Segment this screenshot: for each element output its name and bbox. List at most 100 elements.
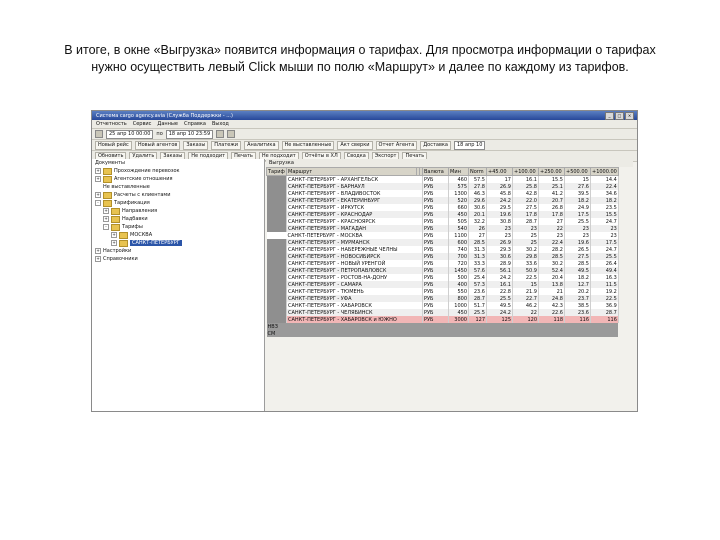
not-issued-button[interactable]: Не выставленные xyxy=(281,140,335,150)
menu-item-data[interactable]: Данные xyxy=(157,121,178,127)
route-cell: САНКТ-ПЕТЕРБУРГ - ПЕТРОПАВЛОВСК xyxy=(286,267,423,274)
tree-expander-icon[interactable]: + xyxy=(111,240,117,246)
menu-item-service[interactable]: Сервис xyxy=(133,121,152,127)
tree-item[interactable]: + Надбавки xyxy=(92,215,264,223)
column-header[interactable]: Мин xyxy=(448,167,469,176)
tree-expander-icon[interactable]: + xyxy=(95,168,101,174)
table-row[interactable]: САНКТ-ПЕТЕРБУРГ - НАБЕРЕЖНЫЕ ЧЕЛНЫ РУБ 740… xyxy=(266,246,619,253)
menu-item-reports[interactable]: Отчетность xyxy=(96,121,127,127)
table-row[interactable]: САНКТ-ПЕТЕРБУРГ - ВЛАДИВОСТОК РУБ 1300 46.3… xyxy=(266,190,619,197)
minimize-button[interactable]: _ xyxy=(605,112,614,120)
date-to-field[interactable]: 18 апр 10 23:59 xyxy=(165,129,214,139)
tree-expander-icon[interactable]: - xyxy=(103,224,109,230)
table-row[interactable]: САНКТ-ПЕТЕРБУРГ - НОВЫЙ УРЕНГОЙ РУБ 720 33.… xyxy=(266,260,619,267)
table-row[interactable]: САНКТ-ПЕТЕРБУРГ - КРАСНОДАР РУБ 450 20.1 19.… xyxy=(266,211,619,218)
rate-100-cell: 120 xyxy=(512,316,539,323)
new-agents-button[interactable]: Новый агентов xyxy=(134,140,181,150)
new-flight-button[interactable]: Новый рейс xyxy=(95,140,132,150)
rate-45-cell: 125 xyxy=(486,316,513,323)
payments-button[interactable]: Платежи xyxy=(211,140,242,150)
column-header[interactable]: Norm xyxy=(468,167,487,176)
tree-expander-icon[interactable]: + xyxy=(95,176,101,182)
table-row[interactable]: ВЭЯ САНКТ-ПЕТЕРБУРГ - МОСКВА РУБ 1100 27 23 25… xyxy=(266,232,619,239)
delivery-date-field[interactable]: 18 апр 10 xyxy=(454,140,486,150)
table-row[interactable]: САНКТ-ПЕТЕРБУРГ - ПЕТРОПАВЛОВСК РУБ 1450 57… xyxy=(266,267,619,274)
norm-cell: 25.5 xyxy=(468,309,487,316)
tariff-cell xyxy=(266,218,287,225)
date-from-field[interactable]: 25 апр 10 00:00 xyxy=(106,129,154,139)
table-row[interactable]: САНКТ-ПЕТЕРБУРГ - ИРКУТСК РУБ 660 30.6 29.5 2… xyxy=(266,204,619,211)
table-row[interactable]: САНКТ-ПЕТЕРБУРГ - МУРМАНСК РУБ 600 28.5 26.9… xyxy=(266,239,619,246)
menu-item-help[interactable]: Справка xyxy=(184,121,206,127)
analytics-button[interactable]: Аналитика xyxy=(244,140,279,150)
table-row[interactable]: САНКТ-ПЕТЕРБУРГ - ХАБАРОВСК РУБ 1000 51.7 49… xyxy=(266,302,619,309)
table-row[interactable]: САНКТ-ПЕТЕРБУРГ - ЕКАТЕРИНБУРГ РУБ 520 29.6… xyxy=(266,197,619,204)
table-row[interactable]: САНКТ-ПЕТЕРБУРГ - НОВОСИБИРСК РУБ 700 31.3 3… xyxy=(266,253,619,260)
table-row[interactable]: САНКТ-ПЕТЕРБУРГ - УФА РУБ 800 28.7 25.5 22.7 2… xyxy=(266,295,619,302)
column-header[interactable]: +500.00 xyxy=(564,167,591,176)
rate-250-cell: 22.6 xyxy=(538,309,565,316)
filter-icon[interactable] xyxy=(227,130,236,138)
reconciliation-button[interactable]: Акт сверки xyxy=(337,140,373,150)
table-row[interactable]: САНКТ-ПЕТЕРБУРГ - ТЮМЕНЬ РУБ 550 23.6 22.8 21… xyxy=(266,288,619,295)
table-row[interactable]: САНКТ-ПЕТЕРБУРГ - САМАРА РУБ 400 57.3 16.1 15… xyxy=(266,281,619,288)
menu-item-exit[interactable]: Выход xyxy=(212,121,229,127)
tree-item[interactable]: Не выставленные xyxy=(92,183,264,191)
agent-report-button[interactable]: Отчет Агента xyxy=(375,140,418,150)
tree-expander-icon[interactable]: + xyxy=(103,208,109,214)
tree-expander-icon[interactable]: - xyxy=(95,200,101,206)
norm-cell: 31.3 xyxy=(468,253,487,260)
column-header[interactable]: +1000.00 xyxy=(590,167,619,176)
table-row[interactable]: САНКТ-ПЕТЕРБУРГ - АРХАНГЕЛЬСК РУБ 460 57.5 1… xyxy=(266,175,619,183)
tariff-table: Тариф Маршрут Валюта Мин Norm +45.00 +100.00 +2… xyxy=(266,167,619,337)
rate-500-cell: 12.7 xyxy=(564,281,591,288)
calendar-icon[interactable] xyxy=(95,130,103,138)
norm-cell: 27 xyxy=(468,232,487,239)
tree-item[interactable]: + Направления xyxy=(92,207,264,215)
table-row[interactable]: САНКТ-ПЕТЕРБУРГ - ХАБАРОВСК и ЮЖНО РУБ 300… xyxy=(266,316,619,323)
column-header[interactable]: Маршрут xyxy=(286,167,417,176)
table-row[interactable]: САНКТ-ПЕТЕРБУРГ - РОСТОВ-НА-ДОНУ РУБ 500 25… xyxy=(266,274,619,281)
min-cell: 505 xyxy=(448,218,469,225)
tree-expander-icon[interactable]: + xyxy=(95,256,101,262)
refresh-icon[interactable] xyxy=(216,130,225,138)
tree-item[interactable]: - Тарификация xyxy=(92,199,264,207)
norm-cell: 28.5 xyxy=(468,239,487,246)
column-header[interactable]: Тариф xyxy=(266,167,287,176)
delivery-button[interactable]: Доставка xyxy=(420,140,451,150)
tree-item[interactable]: + Прохождение перевозок xyxy=(92,167,264,175)
tree-item-label: САНКТ-ПЕТЕРБУРГ xyxy=(130,240,182,246)
date-to-label: по xyxy=(156,131,163,137)
route-cell: САНКТ-ПЕТЕРБУРГ - БАРНАУЛ xyxy=(286,183,423,190)
tree-item[interactable]: + Агентские отношения xyxy=(92,175,264,183)
tree-expander-icon[interactable]: + xyxy=(111,232,117,238)
close-button[interactable]: × xyxy=(625,112,634,120)
table-row[interactable]: САНКТ-ПЕТЕРБУРГ - ЧЕЛЯБИНСК РУБ 450 25.5 24.… xyxy=(266,309,619,316)
rate-250-cell: 25.1 xyxy=(538,183,565,190)
rate-1000-cell: 116 xyxy=(590,316,619,323)
tree-expander-icon[interactable]: + xyxy=(95,248,101,254)
route-cell: САНКТ-ПЕТЕРБУРГ - КРАСНОДАР xyxy=(286,211,423,218)
column-header[interactable]: +45.00 xyxy=(486,167,513,176)
column-header[interactable]: +100.00 xyxy=(512,167,539,176)
norm-cell: 26 xyxy=(468,225,487,232)
currency-cell: РУБ xyxy=(422,197,449,204)
table-row[interactable]: САНКТ-ПЕТЕРБУРГ - КРАСНОЯРСК РУБ 505 32.2 30… xyxy=(266,218,619,225)
tree-item[interactable]: + САНКТ-ПЕТЕРБУРГ xyxy=(92,239,264,247)
tree-item[interactable]: + Расчеты с клиентами xyxy=(92,191,264,199)
table-row[interactable]: САНКТ-ПЕТЕРБУРГ - МАГАДАН РУБ 540 26 23 23 22 2… xyxy=(266,225,619,232)
tree-expander-icon[interactable]: + xyxy=(103,216,109,222)
tree-item[interactable]: Документы xyxy=(92,159,264,167)
tree-item[interactable]: - Тарифы xyxy=(92,223,264,231)
footer-label: СМ xyxy=(266,330,619,337)
tree-item[interactable]: + Настройки xyxy=(92,247,264,255)
tree-expander-icon[interactable]: + xyxy=(95,192,101,198)
tree-item[interactable]: + Справочники xyxy=(92,255,264,263)
orders-button[interactable]: Заказы xyxy=(183,140,209,150)
maximize-button[interactable]: □ xyxy=(615,112,624,120)
column-header[interactable]: Валюта xyxy=(422,167,449,176)
table-row[interactable]: САНКТ-ПЕТЕРБУРГ - БАРНАУЛ РУБ 575 27.8 26.9 2… xyxy=(266,183,619,190)
column-header[interactable]: +250.00 xyxy=(538,167,565,176)
tree-item-label: Направления xyxy=(122,208,158,214)
tree-item[interactable]: + МОСКВА xyxy=(92,231,264,239)
